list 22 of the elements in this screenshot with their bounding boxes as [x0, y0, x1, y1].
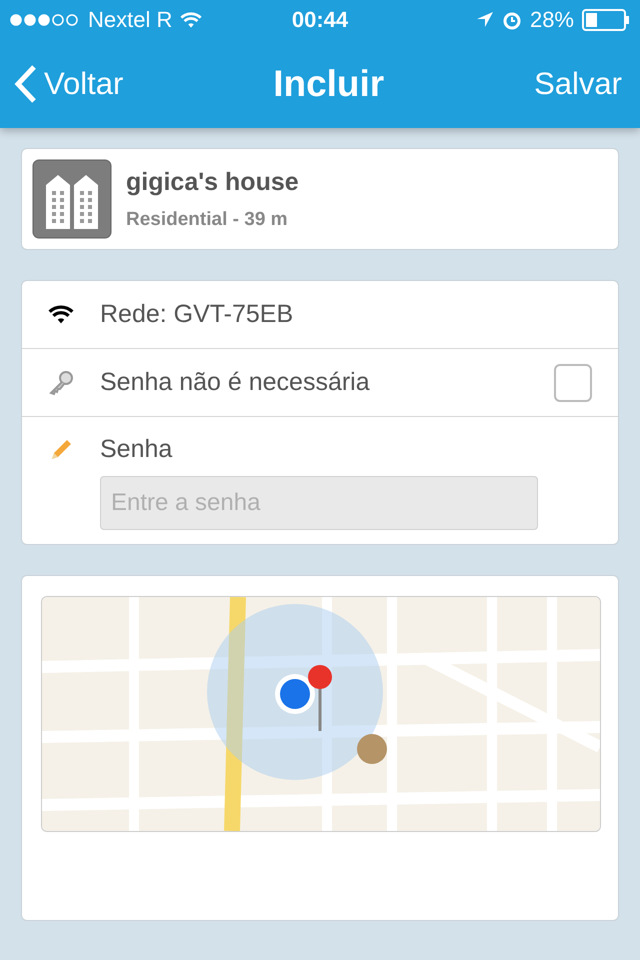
- save-button[interactable]: Salvar: [534, 66, 622, 102]
- place-name: gigica's house: [126, 168, 299, 196]
- password-label: Senha: [100, 435, 174, 464]
- password-field[interactable]: Entre a senha: [100, 476, 538, 530]
- checkbox[interactable]: [554, 364, 592, 402]
- battery-icon: [582, 9, 630, 31]
- status-time: 00:44: [292, 7, 348, 33]
- carrier-name: Nextel R: [88, 7, 172, 33]
- alarm-icon: [502, 10, 522, 30]
- key-icon: [48, 370, 74, 396]
- network-label: Rede: GVT-75EB: [100, 300, 294, 329]
- option-label: Senha não é necessária: [100, 368, 371, 397]
- wifi-icon: [180, 12, 202, 28]
- battery-percent: 28%: [530, 7, 574, 33]
- wifi-icon: [48, 304, 74, 324]
- building-icon: [32, 159, 112, 239]
- screen-title: Incluir: [273, 63, 384, 105]
- location-arrow-icon: [476, 11, 494, 29]
- chevron-icon: [14, 64, 38, 104]
- place-type: Residential - 39 m: [126, 208, 289, 230]
- back-button[interactable]: Voltar: [14, 64, 124, 104]
- signal-icon: [10, 14, 80, 26]
